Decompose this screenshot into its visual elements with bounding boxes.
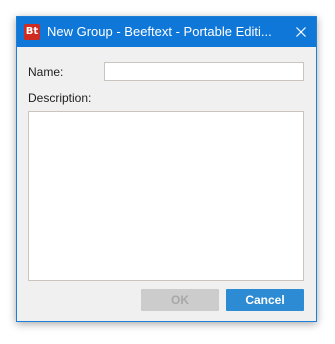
ok-button[interactable]: OK	[141, 289, 219, 311]
name-label: Name:	[28, 65, 64, 79]
new-group-dialog: Bt New Group - Beeftext - Portable Editi…	[16, 16, 317, 322]
name-input[interactable]	[104, 62, 304, 81]
beeftext-app-icon: Bt	[24, 24, 40, 40]
title-bar[interactable]: Bt New Group - Beeftext - Portable Editi…	[17, 17, 316, 47]
close-icon	[296, 27, 306, 37]
close-button[interactable]	[286, 17, 316, 47]
window-title: New Group - Beeftext - Portable Editi...	[47, 24, 272, 39]
description-textarea[interactable]	[28, 111, 304, 281]
description-label: Description:	[28, 91, 92, 105]
cancel-button[interactable]: Cancel	[226, 289, 304, 311]
